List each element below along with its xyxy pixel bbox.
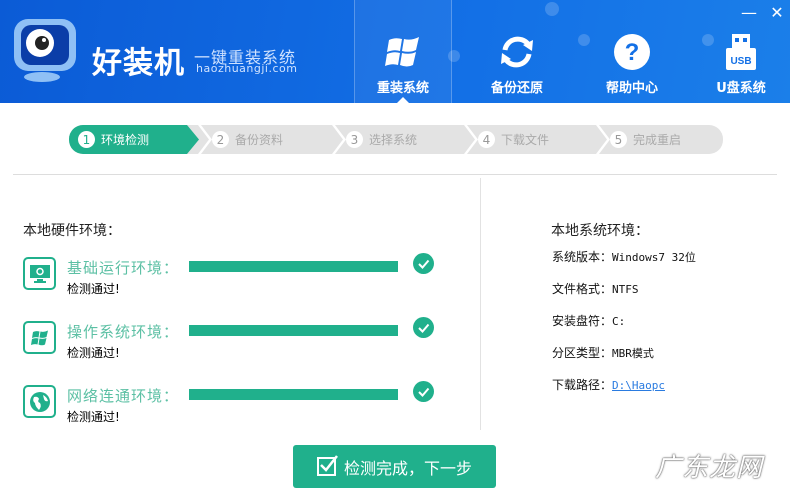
active-indicator <box>397 97 409 103</box>
step-separator <box>596 125 610 154</box>
minimize-button[interactable]: — <box>740 3 758 22</box>
info-label: 分区类型： <box>552 346 613 360</box>
help-icon: ? <box>614 34 650 70</box>
download-path-link[interactable]: D:\Haopc <box>612 379 665 392</box>
check-label: 网络连通环境： <box>67 387 180 405</box>
watermark: 广东龙网 <box>655 453 764 483</box>
check-progress-bar <box>189 261 398 272</box>
domain-text: haozhuangji.com <box>196 62 298 75</box>
info-file-format: 文件格式：NTFS <box>552 280 639 297</box>
step-label: 完成重启 <box>633 133 682 147</box>
check-success-icon <box>413 381 434 402</box>
info-value: Windows7 32位 <box>612 251 696 264</box>
hardware-title: 本地硬件环境： <box>23 223 121 239</box>
step-label: 下载文件 <box>501 133 550 147</box>
nav-backup-restore[interactable]: 备份还原 <box>468 0 566 103</box>
header: 好装机 一键重装系统 haozhuangji.com 重装系统 备份还原 ? 帮… <box>0 0 790 103</box>
info-download-path: 下载路径：D:\Haopc <box>552 376 665 393</box>
usb-icon: USB <box>726 34 756 70</box>
check-progress-bar <box>189 389 398 400</box>
nav-label: 帮助中心 <box>605 81 658 96</box>
system-title: 本地系统环境： <box>551 223 649 239</box>
svg-text:?: ? <box>625 39 640 66</box>
svg-text:USB: USB <box>730 56 751 67</box>
check-progress-bar <box>189 325 398 336</box>
step-5: 5 完成重启 <box>610 125 681 154</box>
globe-icon <box>23 385 56 418</box>
step-separator <box>464 125 478 154</box>
divider <box>480 178 481 430</box>
info-os-version: 系统版本：Windows7 32位 <box>552 248 696 265</box>
info-label: 下载路径： <box>552 378 613 392</box>
step-number: 1 <box>78 131 95 148</box>
check-label: 操作系统环境： <box>67 323 180 341</box>
step-label: 备份资料 <box>235 133 284 147</box>
check-status: 检测通过! <box>67 346 120 360</box>
refresh-icon <box>501 36 533 68</box>
check-status: 检测通过! <box>67 282 120 296</box>
check-success-icon <box>413 253 434 274</box>
nav-label: 备份还原 <box>490 81 543 96</box>
info-label: 安装盘符： <box>552 314 613 328</box>
nav-label: U盘系统 <box>716 81 766 96</box>
step-number: 2 <box>212 131 229 148</box>
info-partition-type: 分区类型：MBR模式 <box>552 344 654 361</box>
brand-name: 好装机 <box>92 46 185 81</box>
step-label: 环境检测 <box>101 133 150 147</box>
check-status: 检测通过! <box>67 410 120 424</box>
step-number: 4 <box>478 131 495 148</box>
step-4: 4 下载文件 <box>478 125 549 154</box>
step-separator <box>198 125 212 154</box>
check-label: 基础运行环境： <box>67 259 180 277</box>
info-value: MBR模式 <box>612 347 654 360</box>
checkbox-icon <box>316 455 338 476</box>
info-label: 文件格式： <box>552 282 613 296</box>
step-progress: 1 环境检测 2 备份资料 3 选择系统 4 下载文件 5 完成重启 <box>69 125 723 154</box>
logo-icon <box>14 19 76 82</box>
monitor-gear-icon <box>23 257 56 290</box>
step-number: 5 <box>610 131 627 148</box>
nav-label: 重装系统 <box>376 81 429 96</box>
nav-help-center[interactable]: ? 帮助中心 <box>583 0 681 103</box>
next-button-label: 检测完成，下一步 <box>343 458 472 478</box>
windows-icon <box>23 321 56 354</box>
info-value: NTFS <box>612 283 639 296</box>
step-3: 3 选择系统 <box>346 125 417 154</box>
nav-reinstall-system[interactable]: 重装系统 <box>354 0 452 103</box>
next-step-button[interactable]: 检测完成，下一步 <box>293 445 496 488</box>
info-install-drive: 安装盘符：C: <box>552 312 625 329</box>
divider <box>13 174 777 175</box>
close-button[interactable]: ✕ <box>768 3 786 22</box>
step-number: 3 <box>346 131 363 148</box>
check-success-icon <box>413 317 434 338</box>
step-label: 选择系统 <box>369 133 418 147</box>
step-2: 2 备份资料 <box>212 125 283 154</box>
info-label: 系统版本： <box>552 250 613 264</box>
info-value: C: <box>612 315 626 328</box>
windows-icon <box>385 37 419 67</box>
step-separator <box>332 125 346 154</box>
step-1: 1 环境检测 <box>78 125 149 154</box>
